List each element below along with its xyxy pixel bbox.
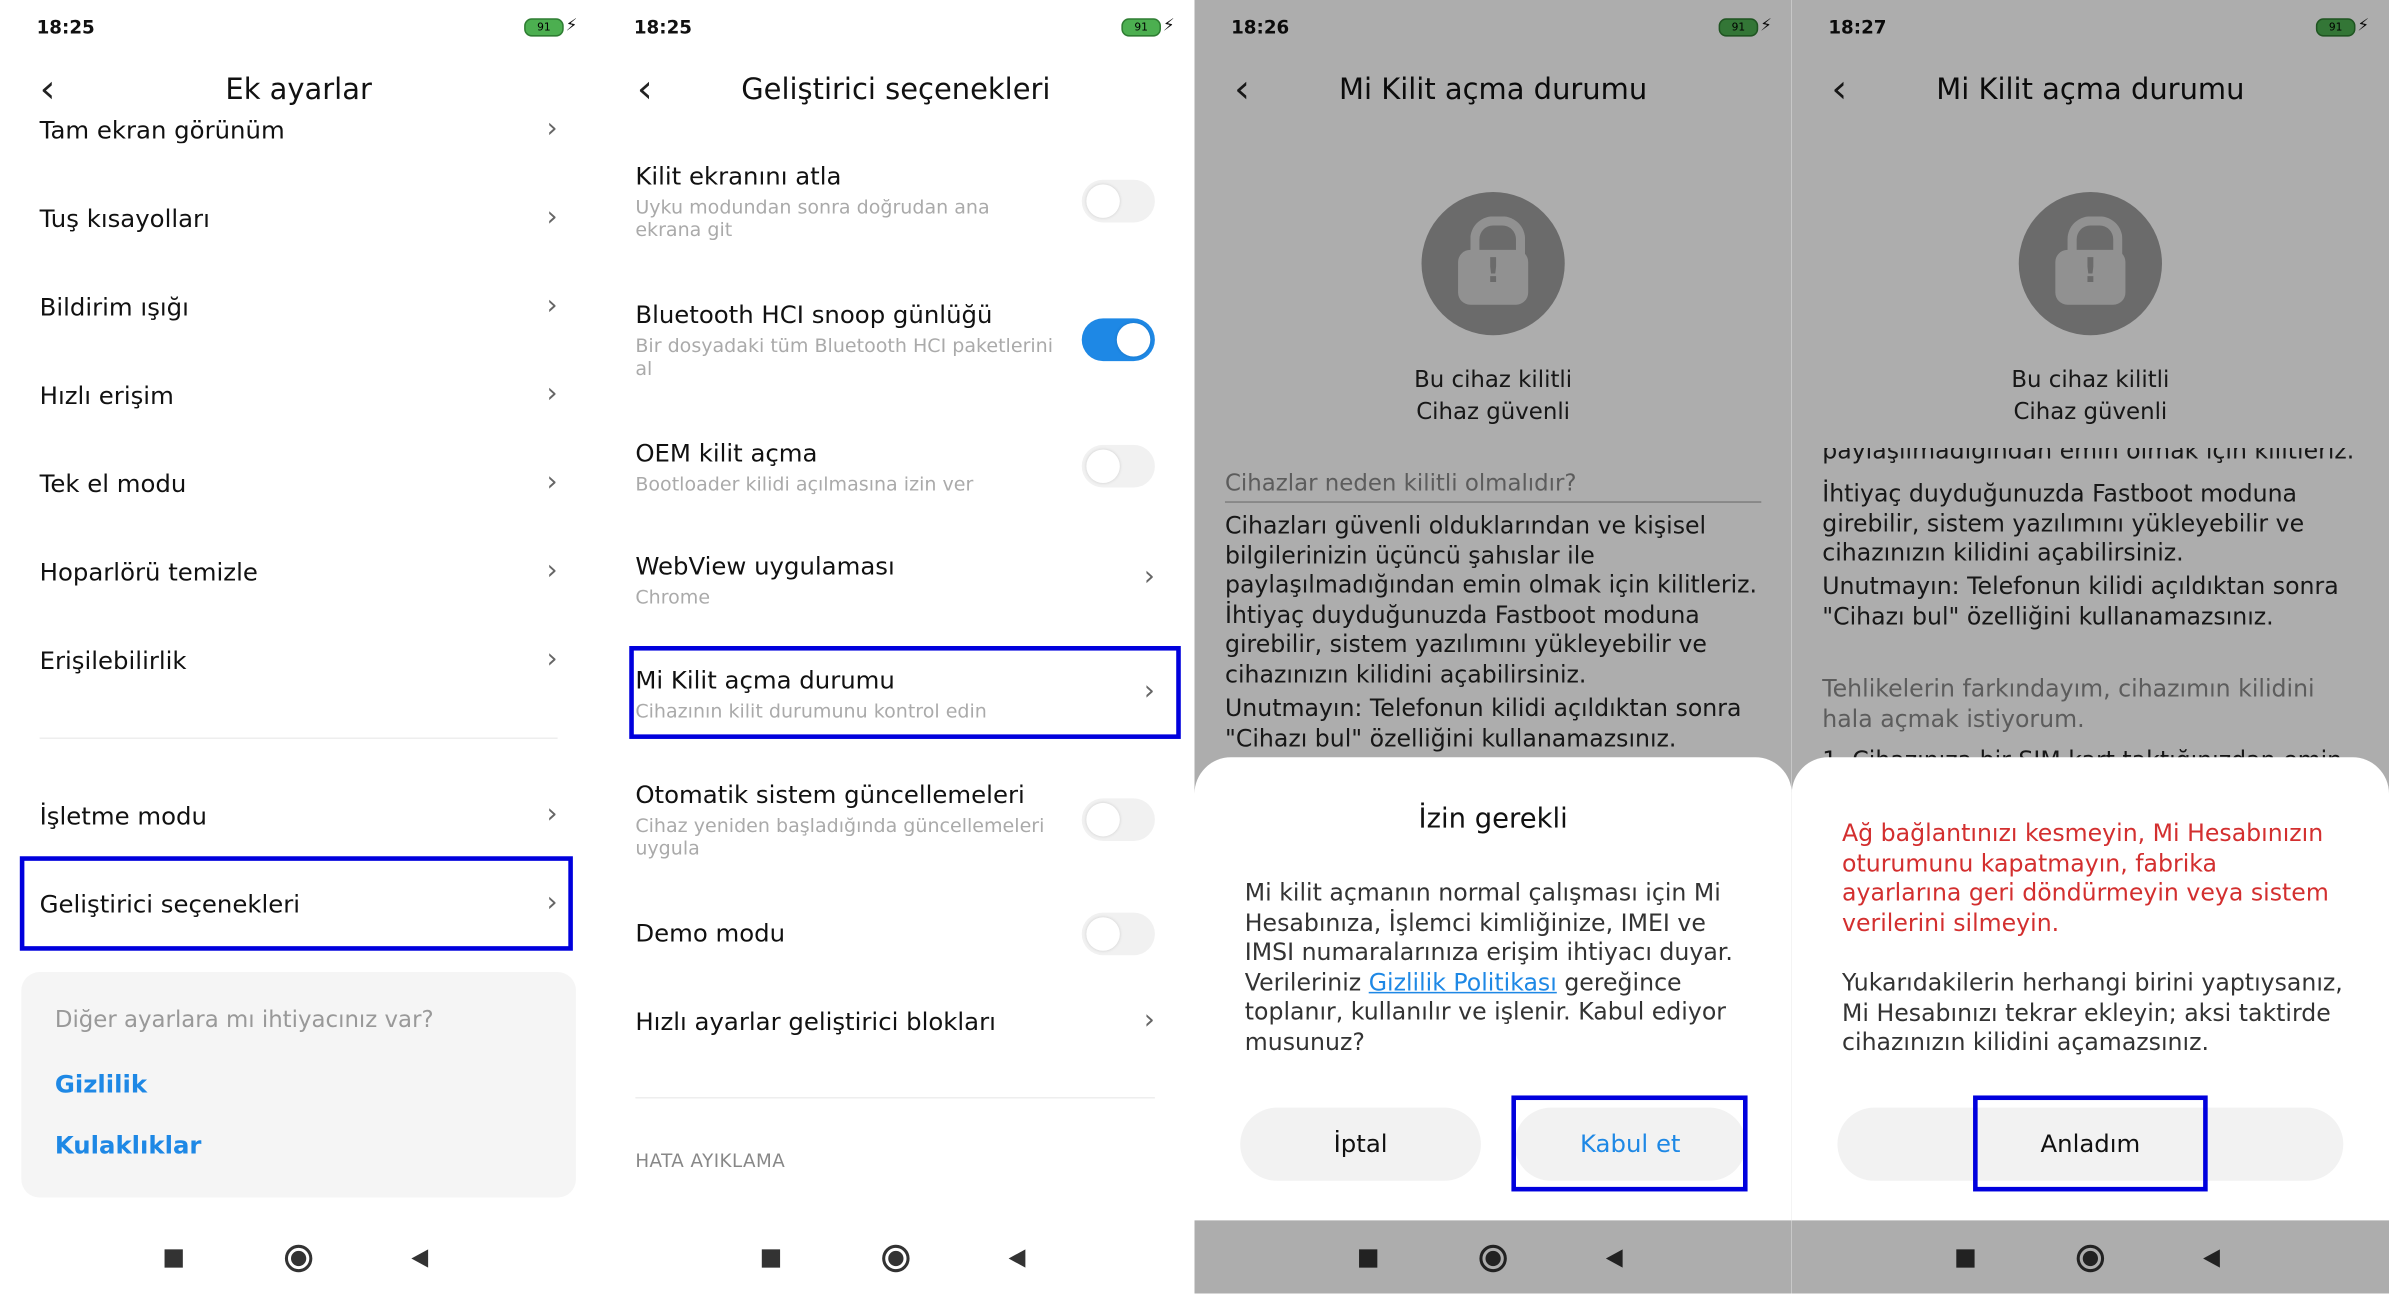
divider [635,1096,1155,1099]
status-time: 18:25 [633,16,693,39]
screen-mi-unlock-permission: 18:26 91 ⚡ ‹ Mi Kilit açma durumu ! Bu c… [1194,0,1792,1294]
setting-description: Chrome [635,585,711,608]
cancel-button[interactable]: İptal [1240,1107,1481,1181]
highlight-box [1511,1095,1748,1192]
list-item-label: Erişilebilirlik [39,646,187,675]
setting-description: Cihaz yeniden başladığında güncellemeler… [635,813,1045,860]
toggle-switch[interactable] [1081,912,1155,956]
status-time: 18:25 [36,16,95,39]
setting-label: Kilit ekranını atla [635,161,842,191]
dialog-body: Mi kilit açmanın normal çalışması için M… [1245,879,1746,1058]
chevron-right-icon: › [546,642,558,675]
charging-icon: ⚡ [565,15,578,36]
toggle-switch[interactable] [1081,444,1155,488]
page-title: Ek ayarlar [225,73,372,107]
status-bar: 18:25 91 ⚡ [0,0,597,52]
chevron-right-icon: › [546,377,558,410]
dialog-title: İzin gerekli [1418,802,1568,835]
chevron-right-icon: › [546,201,558,234]
screen-mi-unlock-warning: 18:27 91 ⚡ ‹ Mi Kilit açma durumu ! Bu c… [1791,0,2389,1294]
screen-additional-settings: 18:25 91 ⚡ ‹ Ek ayarlar Tam ekran görünü… [0,0,598,1294]
privacy-policy-link[interactable]: Gizlilik Politikası [1369,969,1557,996]
list-item-fullscreen[interactable]: Tam ekran görünüm › [0,113,597,143]
setting-label: Hızlı ayarlar geliştirici blokları [635,1007,996,1037]
nav-bar [597,1220,1195,1294]
back-icon[interactable] [411,1249,429,1268]
warning-dialog: Ağ bağlantınızı kesmeyin, Mi Hesabınızın… [1791,757,2389,1221]
list-item-label: İşletme modu [39,801,207,831]
headphones-link[interactable]: Kulaklıklar [55,1131,202,1160]
chevron-right-icon: › [1143,560,1155,593]
highlight-box [629,646,1181,739]
charging-icon: ⚡ [1162,15,1175,36]
home-icon[interactable] [882,1244,910,1273]
page-title: Geliştirici seçenekleri [741,73,1051,107]
screen-developer-options: 18:25 91 ⚡ ‹ Geliştirici seçenekleri Kil… [597,0,1195,1294]
list-item-label: Tuş kısayolları [39,204,210,234]
status-bar: 18:25 91 ⚡ [597,0,1194,52]
section-header: HATA AYIKLAMA [635,1150,786,1172]
chevron-right-icon: › [546,798,558,831]
toggle-switch[interactable] [1081,179,1155,223]
privacy-link[interactable]: Gizlilik [55,1070,147,1099]
back-icon[interactable] [1008,1249,1026,1268]
chevron-right-icon: › [546,289,558,322]
nav-bar [0,1220,598,1294]
toggle-switch[interactable] [1081,798,1155,842]
setting-label: Otomatik sistem güncellemeleri [635,780,1025,810]
toggle-switch[interactable] [1081,318,1155,362]
more-settings-card: Diğer ayarlara mı ihtiyacınız var? Gizli… [21,972,576,1198]
setting-label: Bluetooth HCI snoop günlüğü [635,300,993,330]
chevron-right-icon: › [546,554,558,587]
chevron-right-icon: › [546,466,558,499]
setting-description: Bootloader kilidi açılmasına izin ver [635,472,974,496]
chevron-right-icon: › [546,112,558,144]
setting-description: Bir dosyadaki tüm Bluetooth HCI paketler… [635,333,1054,380]
setting-label: Demo modu [635,918,786,948]
chevron-right-icon: › [1143,1004,1155,1037]
header: ‹ Geliştirici seçenekleri [597,61,1194,119]
recents-icon[interactable] [164,1249,183,1268]
setting-label: WebView uygulaması [635,551,895,581]
list-item-label: Tam ekran görünüm [39,115,285,144]
warning-text: Ağ bağlantınızı kesmeyin, Mi Hesabınızın… [1842,819,2329,937]
battery-icon: 91 [1121,18,1161,37]
dialog-body: Yukarıdakilerin herhangi birini yaptıysa… [1842,969,2343,1057]
home-icon[interactable] [284,1244,313,1273]
list-item-label: Hızlı erişim [39,380,174,410]
divider [39,737,558,739]
list-item-label: Tek el modu [39,469,187,499]
highlight-box [1973,1095,2208,1192]
list-item-label: Hoparlörü temizle [39,557,258,587]
battery-icon: 91 [524,18,564,37]
setting-label: OEM kilit açma [635,438,818,468]
recents-icon[interactable] [761,1249,781,1268]
setting-description: Uyku modundan sonra doğrudan ana ekrana … [635,195,990,241]
permission-dialog: İzin gerekli Mi kilit açmanın normal çal… [1194,757,1792,1221]
highlight-box [19,856,573,951]
header: ‹ Ek ayarlar [0,61,597,119]
card-question: Diğer ayarlara mı ihtiyacınız var? [54,1005,434,1034]
list-item-label: Bildirim ışığı [39,292,189,322]
